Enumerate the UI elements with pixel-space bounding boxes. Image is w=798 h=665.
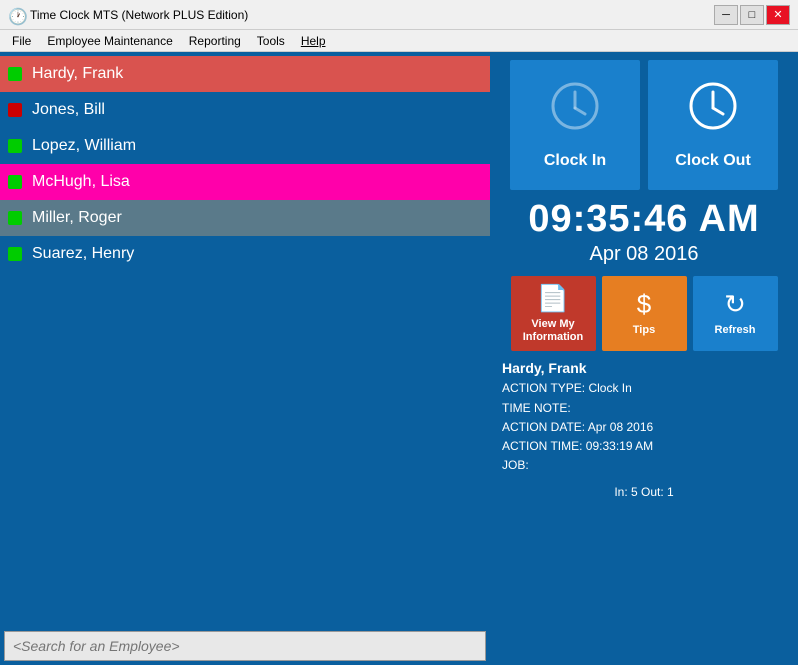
list-item[interactable]: Hardy, Frank	[0, 56, 490, 92]
menu-reporting[interactable]: Reporting	[181, 32, 249, 50]
info-employee-name: Hardy, Frank	[502, 357, 786, 379]
employee-name: Jones, Bill	[32, 101, 105, 119]
clock-buttons: Clock In Clock Out	[498, 60, 790, 190]
maximize-button[interactable]: □	[740, 5, 764, 25]
close-button[interactable]: ✕	[766, 5, 790, 25]
tips-label: Tips	[633, 324, 655, 337]
menu-tools[interactable]: Tools	[249, 32, 293, 50]
view-info-label: View MyInformation	[523, 318, 584, 344]
refresh-icon: ↻	[724, 289, 746, 320]
action-buttons: 📄 View MyInformation $ Tips ↻ Refresh	[498, 276, 790, 351]
refresh-button[interactable]: ↻ Refresh	[693, 276, 778, 351]
employee-name: Suarez, Henry	[32, 245, 134, 263]
info-action-type: ACTION TYPE: Clock In	[502, 379, 786, 398]
list-item[interactable]: Jones, Bill	[0, 92, 490, 128]
left-panel: Hardy, Frank Jones, Bill Lopez, William …	[0, 52, 490, 665]
menu-employee-maintenance[interactable]: Employee Maintenance	[39, 32, 180, 50]
clock-out-icon	[687, 80, 739, 144]
menu-help[interactable]: Help	[293, 32, 334, 50]
app-icon: 🕐	[8, 7, 24, 23]
date-display: Apr 08 2016	[590, 243, 699, 266]
document-icon: 📄	[537, 283, 569, 314]
search-bar[interactable]	[4, 631, 486, 661]
right-panel: Clock In Clock Out 09:35:46 AM Apr 08 20…	[490, 52, 798, 665]
window-title: Time Clock MTS (Network PLUS Edition)	[30, 8, 714, 22]
time-display: 09:35:46 AM	[528, 198, 759, 241]
window-controls: ─ □ ✕	[714, 5, 790, 25]
clock-in-button[interactable]: Clock In	[510, 60, 640, 190]
info-panel: Hardy, Frank ACTION TYPE: Clock In TIME …	[498, 351, 790, 481]
info-time-note: TIME NOTE:	[502, 399, 786, 418]
refresh-label: Refresh	[715, 324, 756, 337]
status-dot-out	[8, 103, 22, 117]
employee-name: Hardy, Frank	[32, 65, 123, 83]
info-action-time: ACTION TIME: 09:33:19 AM	[502, 437, 786, 456]
dollar-icon: $	[637, 289, 651, 320]
list-item[interactable]: Lopez, William	[0, 128, 490, 164]
in-out-footer: In: 5 Out: 1	[614, 485, 673, 499]
tips-button[interactable]: $ Tips	[602, 276, 687, 351]
status-dot-in	[8, 247, 22, 261]
employee-list: Hardy, Frank Jones, Bill Lopez, William …	[0, 52, 490, 627]
main-content: Hardy, Frank Jones, Bill Lopez, William …	[0, 52, 798, 665]
clock-in-icon	[549, 80, 601, 144]
clock-out-label: Clock Out	[675, 152, 751, 170]
clock-out-button[interactable]: Clock Out	[648, 60, 778, 190]
title-bar: 🕐 Time Clock MTS (Network PLUS Edition) …	[0, 0, 798, 30]
employee-name: McHugh, Lisa	[32, 173, 130, 191]
status-dot-in	[8, 67, 22, 81]
clock-in-label: Clock In	[544, 152, 606, 170]
employee-name: Lopez, William	[32, 137, 136, 155]
minimize-button[interactable]: ─	[714, 5, 738, 25]
status-dot-in	[8, 175, 22, 189]
list-item[interactable]: Miller, Roger	[0, 200, 490, 236]
list-item[interactable]: Suarez, Henry	[0, 236, 490, 272]
menu-bar: File Employee Maintenance Reporting Tool…	[0, 30, 798, 52]
status-dot-in	[8, 139, 22, 153]
info-job: JOB:	[502, 456, 786, 475]
info-action-date: ACTION DATE: Apr 08 2016	[502, 418, 786, 437]
list-item[interactable]: McHugh, Lisa	[0, 164, 490, 200]
view-info-button[interactable]: 📄 View MyInformation	[511, 276, 596, 351]
search-input[interactable]	[13, 638, 477, 654]
employee-name: Miller, Roger	[32, 209, 122, 227]
status-dot-in	[8, 211, 22, 225]
menu-file[interactable]: File	[4, 32, 39, 50]
